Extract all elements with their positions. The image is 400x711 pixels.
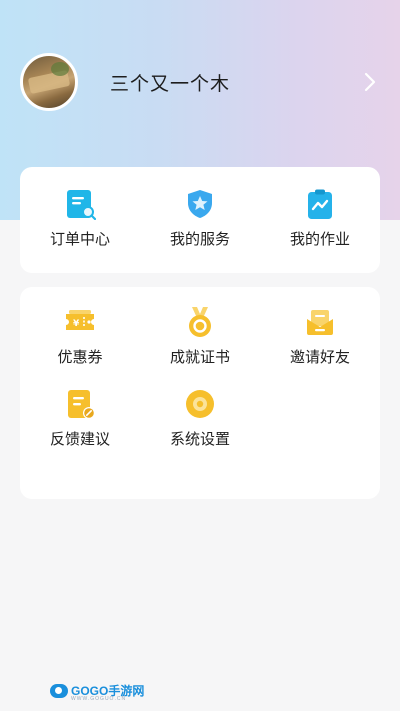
certificate-label: 成就证书 xyxy=(169,348,230,366)
order-center-label: 订单中心 xyxy=(49,230,110,248)
my-homework-label: 我的作业 xyxy=(289,230,350,248)
username: 三个又一个木 xyxy=(110,72,231,95)
coupon-label: 优惠券 xyxy=(57,348,103,366)
feedback-label: 反馈建议 xyxy=(49,430,110,448)
chevron-right-icon[interactable] xyxy=(360,68,380,96)
invite-envelope-icon xyxy=(303,305,337,339)
settings-gear-icon xyxy=(183,387,217,421)
my-services-entry[interactable]: 我的服务 xyxy=(140,167,260,273)
medal-icon xyxy=(183,305,217,339)
order-document-icon xyxy=(63,187,97,221)
feedback-note-icon xyxy=(63,387,97,421)
coupon-entry[interactable]: ¥ 优惠券 xyxy=(20,305,140,387)
my-homework-entry[interactable]: 我的作业 xyxy=(260,167,380,273)
avatar[interactable] xyxy=(20,53,78,111)
system-settings-entry[interactable]: 系统设置 xyxy=(140,387,260,469)
homework-clipboard-icon xyxy=(303,187,337,221)
system-settings-label: 系统设置 xyxy=(169,430,230,448)
my-services-label: 我的服务 xyxy=(169,230,230,248)
invite-friends-entry[interactable]: 邀请好友 xyxy=(260,305,380,387)
more-features-card: ¥ 优惠券 成就证书 邀请好友 反馈建议 系统设置 xyxy=(20,287,380,499)
order-center-entry[interactable]: 订单中心 xyxy=(20,167,140,273)
quick-services-card: 订单中心 我的服务 我的作业 xyxy=(20,167,380,273)
watermark-subtext: WWW.GOGUO.CN xyxy=(71,696,127,702)
watermark-icon xyxy=(50,683,68,698)
feedback-entry[interactable]: 反馈建议 xyxy=(20,387,140,469)
svg-text:¥: ¥ xyxy=(73,319,80,329)
certificate-entry[interactable]: 成就证书 xyxy=(140,305,260,387)
coupon-icon: ¥ xyxy=(63,305,97,339)
watermark-logo: GOGO手游网 WWW.GOGUO.CN xyxy=(50,682,144,702)
service-shield-icon xyxy=(183,187,217,221)
invite-friends-label: 邀请好友 xyxy=(289,348,350,366)
profile-row[interactable]: 三个又一个木 xyxy=(20,50,380,114)
